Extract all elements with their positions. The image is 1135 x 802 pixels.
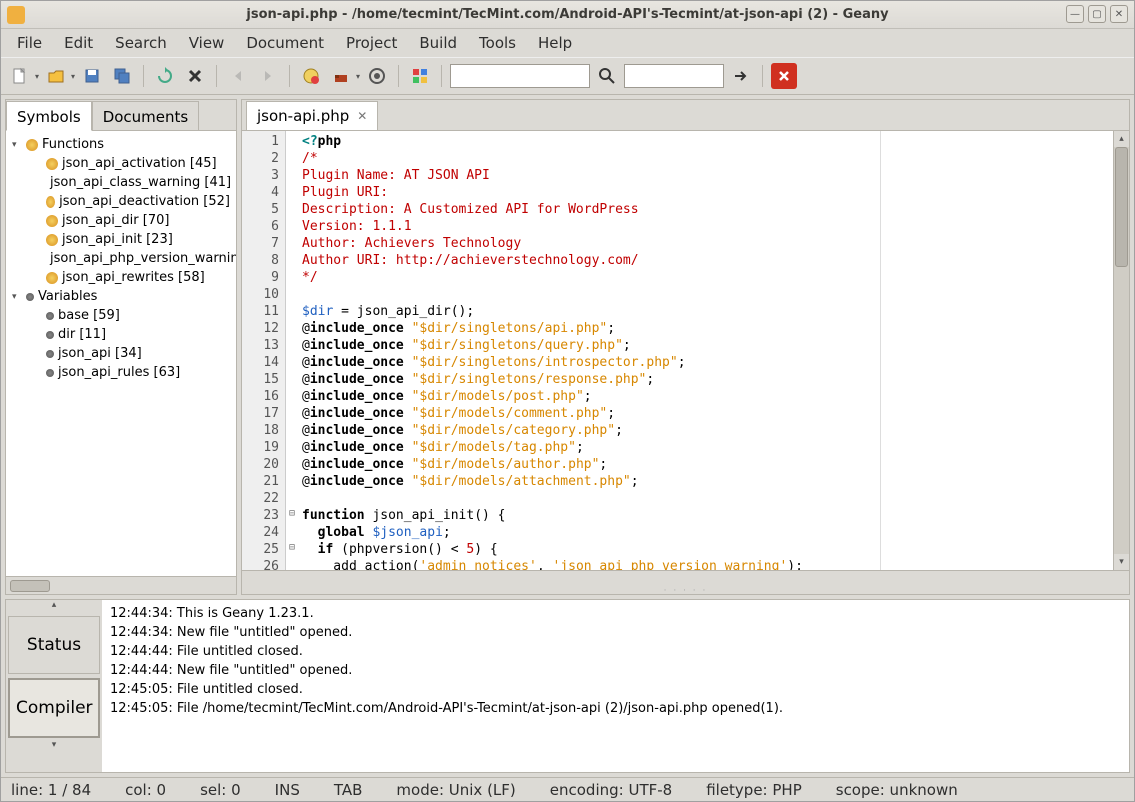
tree-item[interactable]: json_api_deactivation [52] [8, 192, 234, 211]
scroll-up-icon[interactable]: ▴ [1114, 131, 1129, 147]
tree-item[interactable]: json_api_class_warning [41] [8, 173, 234, 192]
scroll-down-icon[interactable]: ▾ [6, 740, 102, 754]
tree-item[interactable]: json_api_rewrites [58] [8, 268, 234, 287]
pane-resize-handle[interactable]: · · · · · [242, 586, 1129, 594]
compile-button[interactable] [298, 63, 324, 89]
fold-column[interactable]: ⊟⊟ [286, 131, 298, 570]
message-line[interactable]: 12:44:34: This is Geany 1.23.1. [106, 604, 1125, 623]
sidebar-hscroll[interactable] [6, 576, 236, 594]
close-file-button[interactable] [182, 63, 208, 89]
message-line[interactable]: 12:45:05: File /home/tecmint/TecMint.com… [106, 699, 1125, 718]
status-tab: TAB [334, 781, 363, 799]
function-icon [46, 158, 58, 170]
editor-area: json-api.php ✕ 1234567891011121314151617… [241, 99, 1130, 595]
function-icon [46, 215, 58, 227]
new-file-button[interactable] [7, 63, 33, 89]
statusbar: line: 1 / 84 col: 0 sel: 0 INS TAB mode:… [1, 777, 1134, 801]
menu-project[interactable]: Project [336, 30, 407, 56]
editor-tab[interactable]: json-api.php ✕ [246, 101, 378, 130]
message-line[interactable]: 12:44:34: New file "untitled" opened. [106, 623, 1125, 642]
variable-icon [46, 350, 54, 358]
code-editor[interactable]: <?php/*Plugin Name: AT JSON APIPlugin UR… [298, 131, 1113, 570]
reload-button[interactable] [152, 63, 178, 89]
tab-compiler[interactable]: Compiler [8, 678, 100, 738]
nav-back-button[interactable] [225, 63, 251, 89]
window-title: json-api.php - /home/tecmint/TecMint.com… [246, 7, 888, 22]
menu-view[interactable]: View [179, 30, 235, 56]
line-gutter: 1234567891011121314151617181920212223242… [242, 131, 286, 570]
tree-item[interactable]: json_api_rules [63] [8, 363, 234, 382]
function-icon [46, 272, 58, 284]
vertical-scrollbar[interactable]: ▴ ▾ [1113, 131, 1129, 570]
message-line[interactable]: 12:45:05: File untitled closed. [106, 680, 1125, 699]
status-ins: INS [275, 781, 300, 799]
message-list[interactable]: 12:44:34: This is Geany 1.23.1.12:44:34:… [102, 600, 1129, 772]
tree-item[interactable]: dir [11] [8, 325, 234, 344]
status-sel: sel: 0 [200, 781, 241, 799]
function-icon [46, 196, 55, 208]
search-button[interactable] [594, 63, 620, 89]
status-scope: scope: unknown [836, 781, 958, 799]
tree-item[interactable]: json_api [34] [8, 344, 234, 363]
scroll-down-icon[interactable]: ▾ [1114, 554, 1129, 570]
menu-search[interactable]: Search [105, 30, 177, 56]
variable-icon [26, 293, 34, 301]
tree-item[interactable]: json_api_dir [70] [8, 211, 234, 230]
dropdown-icon[interactable]: ▾ [356, 72, 360, 81]
save-button[interactable] [79, 63, 105, 89]
variable-icon [46, 312, 54, 320]
dropdown-icon[interactable]: ▾ [71, 72, 75, 81]
titlebar[interactable]: json-api.php - /home/tecmint/TecMint.com… [1, 1, 1134, 29]
sidebar: Symbols Documents ▾Functionsjson_api_act… [5, 99, 237, 595]
menubar: File Edit Search View Document Project B… [1, 29, 1134, 57]
message-panel: ▴ Status Compiler ▾ 12:44:34: This is Ge… [5, 599, 1130, 773]
close-icon[interactable]: ✕ [357, 109, 367, 123]
variable-icon [46, 331, 54, 339]
save-all-button[interactable] [109, 63, 135, 89]
menu-build[interactable]: Build [409, 30, 467, 56]
nav-forward-button[interactable] [255, 63, 281, 89]
tab-symbols[interactable]: Symbols [6, 101, 92, 131]
status-line: line: 1 / 84 [11, 781, 91, 799]
tree-group[interactable]: ▾Functions [8, 135, 234, 154]
status-filetype: filetype: PHP [706, 781, 802, 799]
editor-tab-label: json-api.php [257, 107, 349, 125]
tree-item[interactable]: json_api_activation [45] [8, 154, 234, 173]
quit-button[interactable] [771, 63, 797, 89]
function-icon [46, 234, 58, 246]
menu-help[interactable]: Help [528, 30, 582, 56]
color-chooser-button[interactable] [407, 63, 433, 89]
tab-documents[interactable]: Documents [92, 101, 200, 131]
menu-document[interactable]: Document [236, 30, 334, 56]
tree-item[interactable]: json_api_php_version_warnin [8, 249, 234, 268]
close-button[interactable]: ✕ [1110, 5, 1128, 23]
dropdown-icon[interactable]: ▾ [35, 72, 39, 81]
variable-icon [46, 369, 54, 377]
tree-group[interactable]: ▾Variables [8, 287, 234, 306]
horizontal-scrollbar[interactable] [242, 570, 1129, 586]
build-button[interactable] [328, 63, 354, 89]
maximize-button[interactable]: ▢ [1088, 5, 1106, 23]
message-line[interactable]: 12:44:44: New file "untitled" opened. [106, 661, 1125, 680]
minimize-button[interactable]: — [1066, 5, 1084, 23]
menu-edit[interactable]: Edit [54, 30, 103, 56]
toolbar: ▾ ▾ ▾ [1, 57, 1134, 95]
status-mode: mode: Unix (LF) [396, 781, 515, 799]
open-file-button[interactable] [43, 63, 69, 89]
goto-line-button[interactable] [728, 63, 754, 89]
search-input[interactable] [450, 64, 590, 88]
execute-button[interactable] [364, 63, 390, 89]
tree-item[interactable]: json_api_init [23] [8, 230, 234, 249]
tree-item[interactable]: base [59] [8, 306, 234, 325]
app-icon [7, 6, 25, 24]
goto-line-input[interactable] [624, 64, 724, 88]
status-col: col: 0 [125, 781, 166, 799]
message-line[interactable]: 12:44:44: File untitled closed. [106, 642, 1125, 661]
menu-tools[interactable]: Tools [469, 30, 526, 56]
function-icon [26, 139, 38, 151]
status-encoding: encoding: UTF-8 [550, 781, 672, 799]
tab-status[interactable]: Status [8, 616, 100, 674]
menu-file[interactable]: File [7, 30, 52, 56]
scroll-up-icon[interactable]: ▴ [6, 600, 102, 614]
